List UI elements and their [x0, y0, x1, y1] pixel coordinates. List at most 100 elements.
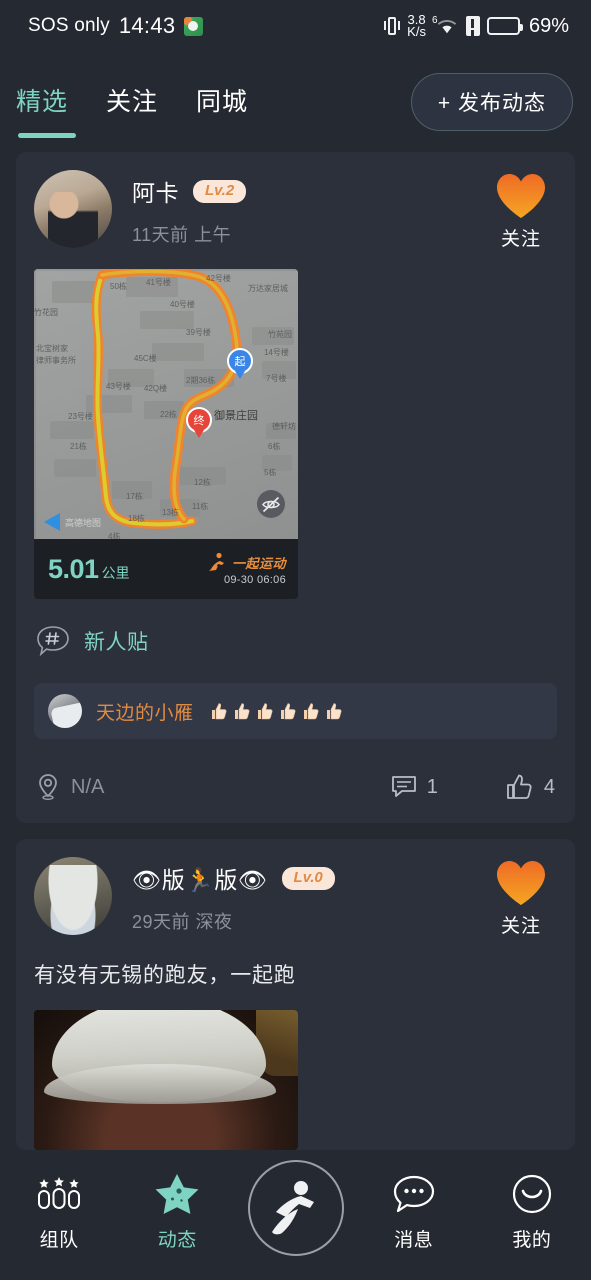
nav-label-team: 组队 [39, 1230, 79, 1251]
author-name-row: 阿卡 Lv.2 [132, 174, 485, 208]
thumbs-up-emoji [257, 703, 272, 720]
map-provider-icon [44, 513, 60, 531]
map-label: 22栋 [160, 410, 177, 419]
avatar[interactable] [34, 170, 112, 248]
follow-label: 关注 [500, 229, 541, 250]
avatar[interactable] [34, 857, 112, 935]
topic-label: 新人贴 [84, 631, 149, 654]
follow-button[interactable]: 关注 [485, 857, 557, 938]
map-label: 7号楼 [266, 374, 287, 383]
nav-item-start-run[interactable] [236, 1160, 354, 1256]
message-bubble-icon [393, 1172, 435, 1216]
comment-count-button[interactable]: 1 [391, 775, 438, 799]
thumbs-up-emoji [326, 703, 341, 720]
post-timestamp: 11天前 上午 [132, 225, 232, 245]
post-photo[interactable] [34, 1009, 298, 1150]
map-label: 18栋 [128, 514, 145, 523]
run-map-footer: 5.01 公里 一起运动 09-30 06:06 [34, 539, 298, 599]
feed-list: 阿卡 Lv.2 11天前 上午 关注 50栋 41号楼 42号楼 万达家居城 4… [0, 152, 591, 1150]
eye-off-icon[interactable] [256, 489, 286, 519]
post-text: 有没有无锡的跑友，一起跑 [34, 964, 296, 987]
thumbs-up-emoji [280, 703, 295, 720]
tab-featured-label: 精选 [16, 88, 69, 116]
like-count-button[interactable]: 4 [506, 774, 555, 800]
thumbs-up-emoji [211, 703, 226, 720]
map-label: 万达家居城 [248, 284, 288, 293]
vibrate-icon [384, 15, 401, 37]
nav-label-messages: 消息 [394, 1230, 434, 1251]
map-label: 50栋 [110, 282, 127, 291]
author-name[interactable]: 阿卡 [132, 174, 179, 208]
comment-count: 1 [426, 775, 438, 798]
map-provider-logo: 高德地图 [44, 513, 101, 531]
nav-label-profile: 我的 [512, 1230, 552, 1251]
post-header: 👁版🏃版👁 Lv.0 29天前 深夜 关注 [34, 857, 557, 938]
sim-alert-icon [465, 16, 480, 36]
runner-icon [271, 1181, 314, 1235]
post-author-info: 阿卡 Lv.2 11天前 上午 [132, 170, 485, 247]
nav-item-profile[interactable]: 我的 [473, 1172, 591, 1252]
tab-featured[interactable]: 精选 [16, 82, 76, 138]
author-name-row: 👁版🏃版👁 Lv.0 [132, 861, 485, 895]
wifi-glyph [437, 20, 457, 34]
comment-icon [391, 776, 416, 797]
map-label: 17栋 [126, 492, 143, 501]
nav-item-messages[interactable]: 消息 [355, 1172, 473, 1252]
level-badge: Lv.0 [281, 866, 335, 890]
weather-icon [184, 16, 204, 36]
star-icon [155, 1172, 199, 1216]
location-label: N/A [71, 775, 105, 798]
battery-icon [486, 17, 523, 35]
map-label: 11栋 [192, 502, 209, 511]
nav-item-team[interactable]: 组队 [0, 1172, 118, 1252]
bottom-navigation-bar: 组队 动态 消息 我的 [0, 1154, 591, 1280]
follow-label: 关注 [500, 916, 541, 937]
comment-preview[interactable]: 天边的小雁 [34, 683, 557, 739]
carrier-label: SOS only [28, 15, 110, 36]
map-label: 竹苑园 [268, 330, 292, 339]
commenter-avatar [48, 694, 82, 728]
top-tab-bar: 精选 关注 同城 + 发布动态 [0, 52, 591, 152]
run-map-card[interactable]: 50栋 41号楼 42号楼 万达家居城 40号楼 39号楼 竹花园 竹苑园 14… [34, 269, 298, 599]
post-timestamp: 29天前 深夜 [132, 912, 233, 932]
start-run-button[interactable] [247, 1160, 344, 1256]
tab-list: 精选 关注 同城 [16, 82, 411, 138]
run-brand: 一起运动 09-30 06:06 [208, 552, 286, 586]
map-provider-label: 高德地图 [65, 517, 102, 528]
map-label: 43号楼 [106, 382, 131, 391]
map-label: 21栋 [70, 442, 87, 451]
map-label: 39号楼 [186, 328, 211, 337]
author-name[interactable]: 👁版🏃版👁 [132, 861, 268, 895]
tab-following[interactable]: 关注 [106, 82, 158, 122]
publish-post-button[interactable]: + 发布动态 [410, 73, 573, 131]
status-bar-right: 3.8 K/s 6 69% [384, 13, 569, 38]
post-location[interactable]: N/A [36, 773, 391, 801]
map-label: 御景庄园 [214, 410, 258, 422]
map-label: 律师事务所 [36, 356, 76, 365]
map-label: 北宝树家 [36, 344, 68, 353]
run-map-image: 50栋 41号楼 42号楼 万达家居城 40号楼 39号楼 竹花园 竹苑园 14… [34, 269, 298, 539]
status-bar: SOS only 14:43 3.8 K/s 6 69% [0, 0, 591, 52]
tab-same-city[interactable]: 同城 [196, 82, 248, 122]
battery-percent-label: 69% [528, 14, 569, 37]
map-label: 42号楼 [206, 274, 231, 283]
network-speed: 3.8 K/s [407, 13, 426, 38]
post-author-info: 👁版🏃版👁 Lv.0 29天前 深夜 [132, 857, 485, 934]
map-label: 12栋 [194, 478, 211, 487]
map-label: 竹花园 [34, 308, 58, 317]
heart-icon [495, 859, 547, 907]
map-label: 14号楼 [264, 348, 289, 357]
run-distance-unit: 公里 [101, 564, 130, 581]
run-brand-time: 09-30 06:06 [223, 574, 286, 586]
topic-tag[interactable]: 新人贴 [36, 625, 557, 657]
nav-item-moments[interactable]: 动态 [118, 1172, 236, 1252]
team-medals-icon [36, 1172, 82, 1216]
tab-following-label: 关注 [106, 88, 159, 116]
comment-emoji-list [208, 701, 343, 721]
location-pin-icon [39, 774, 57, 801]
follow-button[interactable]: 关注 [485, 170, 557, 251]
run-distance: 5.01 公里 [48, 554, 130, 585]
post-card[interactable]: 👁版🏃版👁 Lv.0 29天前 深夜 关注 有没有无锡的跑友，一起跑 [16, 839, 575, 1150]
map-label: 4栋 [108, 532, 121, 539]
post-card[interactable]: 阿卡 Lv.2 11天前 上午 关注 50栋 41号楼 42号楼 万达家居城 4… [16, 152, 575, 823]
